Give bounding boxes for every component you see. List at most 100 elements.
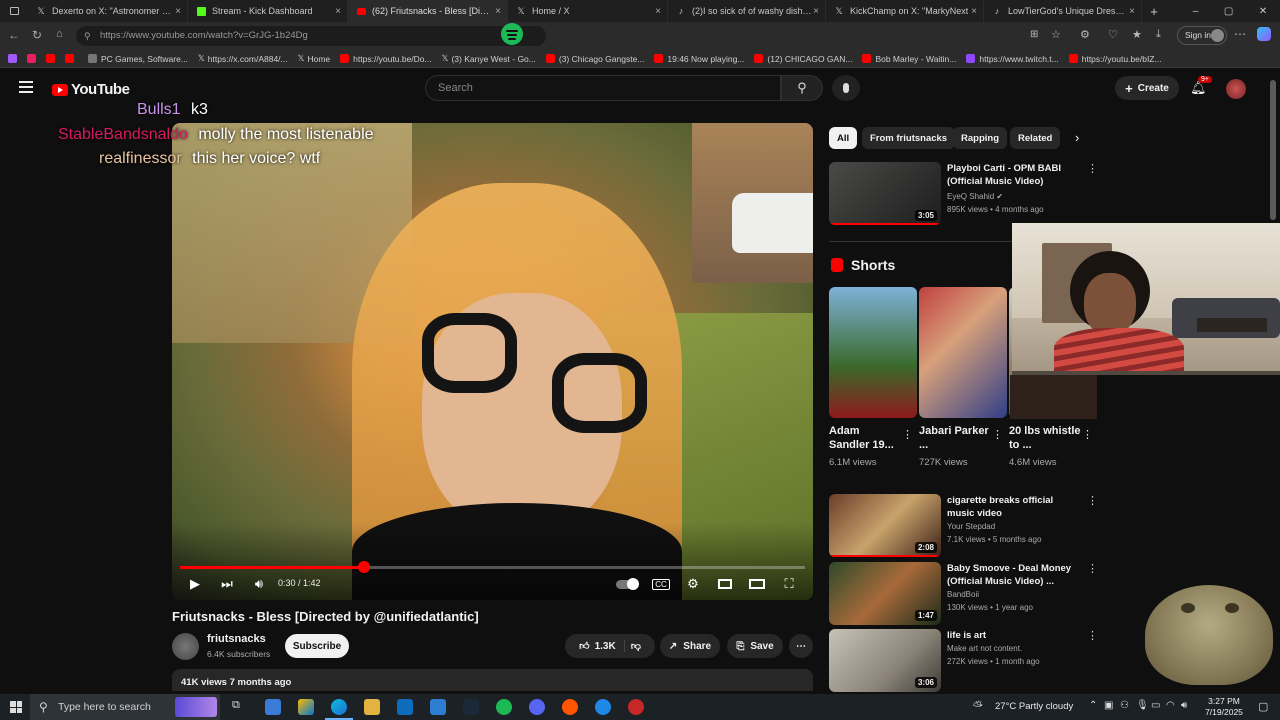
more-menu-icon[interactable]: ⋯ bbox=[1234, 27, 1246, 41]
short-thumbnail[interactable] bbox=[829, 287, 917, 418]
browser-tab[interactable]: 𝕏 Dexerto on X: "Astronomer CEO × bbox=[28, 0, 188, 22]
bookmark-item[interactable]: 𝕏 Home bbox=[298, 53, 331, 64]
tab-actions-icon[interactable] bbox=[0, 0, 28, 22]
chevron-right-icon[interactable]: › bbox=[1075, 130, 1079, 145]
hamburger-menu-icon[interactable] bbox=[19, 81, 33, 93]
recommended-video[interactable]: 1:47 Baby Smoove - Deal Money (Official … bbox=[829, 562, 1099, 626]
channel-avatar[interactable] bbox=[172, 633, 199, 660]
play-button[interactable]: ▶ bbox=[186, 575, 204, 593]
file-explorer-icon[interactable] bbox=[364, 699, 380, 715]
app-grid-icon[interactable] bbox=[430, 699, 446, 715]
obs-icon[interactable] bbox=[628, 699, 644, 715]
weather-icon[interactable]: ⛅︎ bbox=[973, 699, 983, 714]
tray-app-icon[interactable]: ▣ bbox=[1104, 700, 1113, 711]
short-title[interactable]: 20 lbs whistle to ... bbox=[1009, 424, 1081, 452]
more-vertical-icon[interactable]: ⋮ bbox=[1087, 162, 1098, 175]
next-button[interactable]: ⏭︎ bbox=[218, 575, 236, 593]
bookmark-item[interactable]: (12) CHICAGO GAN... bbox=[754, 54, 852, 64]
speaker-icon[interactable]: 🔊︎ bbox=[1181, 700, 1187, 711]
browser-tab[interactable]: 𝕏 Home / X × bbox=[508, 0, 668, 22]
browser-tab[interactable]: 𝕏 KickChamp on X: "MarkyNext × bbox=[826, 0, 984, 22]
new-tab-button[interactable]: + bbox=[1142, 4, 1166, 19]
close-icon[interactable]: × bbox=[175, 6, 181, 17]
bookmark-item[interactable]: 19:46 Now playing... bbox=[654, 54, 744, 64]
system-clock[interactable]: 3:27 PM 7/19/2025 bbox=[1200, 696, 1248, 718]
filter-chip-all[interactable]: All bbox=[829, 127, 858, 149]
close-icon[interactable]: × bbox=[335, 6, 341, 17]
fullscreen-button[interactable]: ⛶ bbox=[780, 575, 798, 593]
more-vertical-icon[interactable]: ⋮ bbox=[902, 428, 913, 441]
site-info-icon[interactable]: ⚲ bbox=[84, 26, 91, 46]
maximize-button[interactable]: ▢ bbox=[1224, 6, 1233, 17]
bookmark-item[interactable]: 𝕏 (3) Kanye West - Go... bbox=[442, 53, 536, 64]
subscribe-button[interactable]: Subscribe bbox=[285, 634, 349, 658]
settings-button[interactable]: ⚙ bbox=[684, 575, 702, 593]
bookmark-icon-only[interactable] bbox=[65, 54, 78, 63]
bookmark-item[interactable]: PC Games, Software... bbox=[88, 54, 188, 64]
more-vertical-icon[interactable]: ⋮ bbox=[992, 428, 1003, 441]
browser-tab[interactable]: Stream - Kick Dashboard × bbox=[188, 0, 348, 22]
bookmark-item[interactable]: https://youtu.be/Do... bbox=[340, 54, 432, 64]
video-player[interactable] bbox=[172, 123, 813, 600]
url-field[interactable]: ⚲ https://www.youtube.com/watch?v=GrJG-1… bbox=[76, 26, 546, 46]
copilot-taskbar-icon[interactable] bbox=[298, 699, 314, 715]
copilot-icon[interactable] bbox=[1257, 27, 1271, 41]
more-actions-button[interactable]: ⋯ bbox=[789, 634, 813, 658]
bookmark-item[interactable]: https://www.twitch.t... bbox=[966, 54, 1059, 64]
search-input[interactable]: Search bbox=[425, 75, 781, 101]
seek-bar[interactable] bbox=[180, 561, 805, 573]
app-blue-icon[interactable] bbox=[595, 699, 611, 715]
outlook-icon[interactable] bbox=[397, 699, 413, 715]
more-vertical-icon[interactable]: ⋮ bbox=[1087, 494, 1098, 507]
close-icon[interactable]: × bbox=[1129, 6, 1135, 17]
page-scrollbar[interactable] bbox=[1270, 80, 1276, 220]
miniplayer-button[interactable] bbox=[716, 575, 734, 593]
bookmark-item[interactable]: https://youtu.be/bIZ... bbox=[1068, 54, 1162, 64]
youtube-logo[interactable]: YouTube bbox=[52, 81, 130, 98]
dislike-button[interactable]: 👎︎ bbox=[631, 640, 641, 652]
account-avatar[interactable] bbox=[1226, 79, 1246, 99]
share-button[interactable]: ↗ Share bbox=[660, 634, 720, 658]
like-button[interactable]: 👍︎ 1.3K bbox=[579, 640, 625, 652]
views-and-date[interactable]: 41K views 7 months ago bbox=[172, 669, 813, 691]
short-title[interactable]: Jabari Parker ... bbox=[919, 424, 991, 452]
bookmark-item[interactable]: 𝕏https://x.com/A884/... bbox=[198, 53, 288, 64]
network-icon[interactable]: ◠ bbox=[1166, 700, 1175, 711]
channel-name[interactable]: friutsnacks bbox=[207, 633, 266, 645]
filter-chip-channel[interactable]: From friutsnacks bbox=[862, 127, 956, 149]
search-button[interactable]: ⚲ bbox=[781, 75, 823, 101]
volume-button[interactable]: 🔊︎ bbox=[250, 575, 268, 593]
filter-chip-related[interactable]: Related bbox=[1010, 127, 1061, 149]
store-icon[interactable] bbox=[265, 699, 281, 715]
browser-tab[interactable]: ♪ LowTierGod's Unique Dress-Up S × bbox=[984, 0, 1142, 22]
minimize-button[interactable]: – bbox=[1193, 6, 1199, 17]
bookmark-icon-only[interactable] bbox=[27, 54, 40, 63]
extensions-icon[interactable]: ⚙ bbox=[1080, 28, 1090, 41]
bookmark-item[interactable]: Bob Marley - Waitin... bbox=[862, 54, 956, 64]
task-view-icon[interactable]: ⧉ bbox=[232, 699, 248, 715]
tray-app-icon[interactable]: ⚇ bbox=[1120, 700, 1129, 711]
close-icon[interactable]: × bbox=[971, 6, 977, 17]
taskbar-search-input[interactable]: ⚲ Type here to search bbox=[30, 694, 220, 720]
notifications-bell-icon[interactable]: 🔔︎ 9+ bbox=[1190, 76, 1212, 96]
close-icon[interactable]: × bbox=[655, 6, 661, 17]
more-vertical-icon[interactable]: ⋮ bbox=[1082, 428, 1093, 441]
theater-mode-button[interactable] bbox=[748, 575, 766, 593]
create-button[interactable]: + Create bbox=[1115, 76, 1179, 100]
bookmark-icon-only[interactable] bbox=[8, 54, 21, 63]
spotify-icon[interactable] bbox=[501, 23, 523, 45]
recommended-video[interactable]: 3:05 Playboi Carti - OPM BABI (Official … bbox=[829, 162, 1099, 226]
short-title[interactable]: Adam Sandler 19... bbox=[829, 424, 901, 452]
chevron-up-icon[interactable]: ⌃ bbox=[1089, 700, 1097, 711]
spotify-taskbar-icon[interactable] bbox=[496, 699, 512, 715]
favorites-icon[interactable]: ★ bbox=[1132, 28, 1142, 41]
close-icon[interactable]: × bbox=[495, 6, 501, 17]
weather-text[interactable]: 27°C Partly cloudy bbox=[995, 701, 1073, 712]
notifications-icon[interactable]: ▢ bbox=[1258, 700, 1268, 713]
autoplay-toggle[interactable] bbox=[615, 575, 639, 593]
short-thumbnail[interactable] bbox=[919, 287, 1007, 418]
voice-search-button[interactable] bbox=[832, 75, 860, 101]
bookmark-icon-only[interactable] bbox=[46, 54, 59, 63]
back-icon[interactable]: ← bbox=[8, 28, 20, 42]
sign-in-button[interactable]: Sign in bbox=[1177, 26, 1227, 45]
